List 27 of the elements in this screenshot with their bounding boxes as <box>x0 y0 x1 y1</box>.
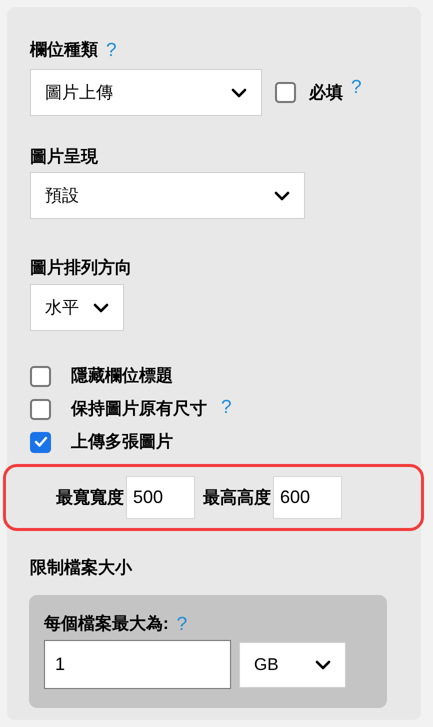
required-label: 必填 <box>309 82 343 104</box>
option-label: 保持圖片原有尺寸 <box>71 398 207 420</box>
checkbox[interactable] <box>30 432 51 452</box>
field-label: 圖片呈現 <box>30 146 98 168</box>
checkmark-icon <box>34 436 48 448</box>
field-label: 欄位種類 <box>30 39 98 62</box>
dimension-label: 最寬寬度 <box>56 486 124 509</box>
dimension-input[interactable]: 500 <box>126 476 195 519</box>
chevron-down-icon <box>231 88 247 98</box>
checkbox[interactable] <box>30 398 51 420</box>
option-label: 隱藏欄位標題 <box>71 365 173 388</box>
size-input[interactable]: 1 <box>44 640 231 689</box>
chevron-down-icon <box>93 302 109 312</box>
section-label: 限制檔案大小 <box>30 557 132 580</box>
checkbox[interactable] <box>30 366 51 386</box>
field-type-select[interactable]: 圖片上傳 <box>30 69 262 116</box>
field-label: 圖片排列方向 <box>30 257 132 280</box>
unit-select[interactable]: GB <box>239 642 346 688</box>
field-label: 每個檔案最大為: <box>44 613 169 636</box>
image-display-select[interactable]: 預設 <box>30 172 305 219</box>
chevron-down-icon <box>315 660 331 670</box>
image-direction-select[interactable]: 水平 <box>30 284 124 331</box>
dimension-input[interactable]: 600 <box>273 476 342 519</box>
dimension-label: 最高高度 <box>203 486 271 509</box>
checkbox[interactable] <box>275 82 296 103</box>
option-label: 上傳多張圖片 <box>71 431 173 454</box>
chevron-down-icon <box>274 190 290 200</box>
